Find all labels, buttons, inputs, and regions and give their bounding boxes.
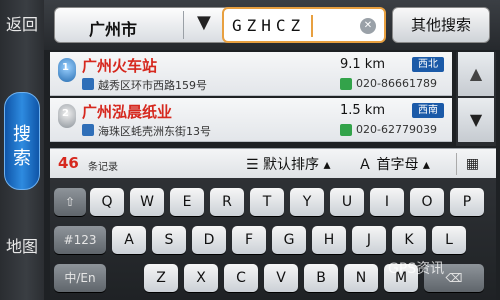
record-count-label: 条记录 <box>88 162 118 173</box>
key-k[interactable]: K <box>392 226 426 254</box>
address-icon <box>82 124 94 136</box>
result-phone[interactable]: 020-86661789 <box>356 77 437 90</box>
key-y[interactable]: Y <box>290 188 324 216</box>
key-q[interactable]: Q <box>90 188 124 216</box>
record-count: 46 <box>58 154 79 172</box>
key-c[interactable]: C <box>224 264 258 292</box>
key-u[interactable]: U <box>330 188 364 216</box>
result-name: 广州泓晨纸业 <box>82 103 173 121</box>
result-address: 越秀区环市西路159号 <box>98 79 207 92</box>
key-v[interactable]: V <box>264 264 298 292</box>
results-scrollbar: ▲ ▼ <box>456 52 496 146</box>
sort-first-letter-button[interactable]: Ａ 首字母 ▴ <box>358 154 430 174</box>
direction-badge: 西北 <box>412 57 444 72</box>
key-t[interactable]: T <box>250 188 284 216</box>
result-address: 海珠区蚝壳洲东街13号 <box>98 125 211 138</box>
left-nav: 返回 搜索 地图 <box>0 0 44 300</box>
clear-icon[interactable]: ✕ <box>360 18 376 34</box>
shift-key[interactable]: ⇧ <box>54 188 86 216</box>
key-e[interactable]: E <box>170 188 204 216</box>
key-i[interactable]: I <box>370 188 404 216</box>
map-button[interactable]: 地图 <box>4 236 40 288</box>
numeric-key[interactable]: #123 <box>54 226 106 254</box>
scroll-up-button[interactable]: ▲ <box>458 52 494 96</box>
chevron-down-icon: ▼ <box>197 12 211 33</box>
key-d[interactable]: D <box>192 226 226 254</box>
back-button[interactable]: 返回 <box>4 14 40 64</box>
key-p[interactable]: P <box>450 188 484 216</box>
search-query-text: GZHCZ <box>232 16 306 35</box>
keyboard-toggle-icon[interactable]: ▦ <box>456 153 488 175</box>
watermark: GPS资讯 <box>388 261 445 277</box>
result-distance: 9.1 km <box>340 57 385 72</box>
key-z[interactable]: Z <box>144 264 178 292</box>
address-icon <box>82 78 94 90</box>
result-name: 广州火车站 <box>82 57 158 75</box>
sort-default-button[interactable]: ☰ 默认排序 ▴ <box>246 154 330 174</box>
search-tab-button[interactable]: 搜索 <box>4 92 40 190</box>
phone-icon <box>340 124 352 136</box>
key-a[interactable]: A <box>112 226 146 254</box>
scroll-down-button[interactable]: ▼ <box>458 98 494 142</box>
key-f[interactable]: F <box>232 226 266 254</box>
language-switch-key[interactable]: 中/En <box>54 264 106 292</box>
key-x[interactable]: X <box>184 264 218 292</box>
key-h[interactable]: H <box>312 226 346 254</box>
pin-index: 2 <box>62 108 69 119</box>
city-divider <box>183 11 184 39</box>
key-s[interactable]: S <box>152 226 186 254</box>
pin-index: 1 <box>62 62 69 73</box>
key-j[interactable]: J <box>352 226 386 254</box>
key-g[interactable]: G <box>272 226 306 254</box>
key-o[interactable]: O <box>410 188 444 216</box>
results-list: 1 广州火车站 9.1 km 西北 越秀区环市西路159号 020-866617… <box>50 52 452 146</box>
result-distance: 1.5 km <box>340 103 385 118</box>
direction-badge: 西南 <box>412 103 444 118</box>
phone-icon <box>340 78 352 90</box>
onscreen-keyboard: Q W E R T Y U I O P ⇧ #123 A S D F G H J… <box>50 178 496 300</box>
other-search-button[interactable]: 其他搜索 <box>392 7 490 43</box>
result-phone[interactable]: 020-62779039 <box>356 123 437 136</box>
text-caret <box>311 15 313 37</box>
location-pin-icon: 1 <box>58 58 76 82</box>
top-search-bar: 广州市 ▼ GZHCZ ✕ 其他搜索 <box>44 0 500 50</box>
result-row[interactable]: 1 广州火车站 9.1 km 西北 越秀区环市西路159号 020-866617… <box>50 52 452 96</box>
location-pin-icon: 2 <box>58 104 76 128</box>
key-w[interactable]: W <box>130 188 164 216</box>
city-label: 广州市 <box>89 20 138 39</box>
result-row[interactable]: 2 广州泓晨纸业 1.5 km 西南 海珠区蚝壳洲东街13号 020-62779… <box>50 98 452 142</box>
key-b[interactable]: B <box>304 264 338 292</box>
key-n[interactable]: N <box>344 264 378 292</box>
results-status-bar: 46 条记录 ☰ 默认排序 ▴ Ａ 首字母 ▴ ▦ <box>50 148 496 178</box>
key-r[interactable]: R <box>210 188 244 216</box>
search-input[interactable]: GZHCZ ✕ <box>222 7 386 43</box>
key-l[interactable]: L <box>432 226 466 254</box>
